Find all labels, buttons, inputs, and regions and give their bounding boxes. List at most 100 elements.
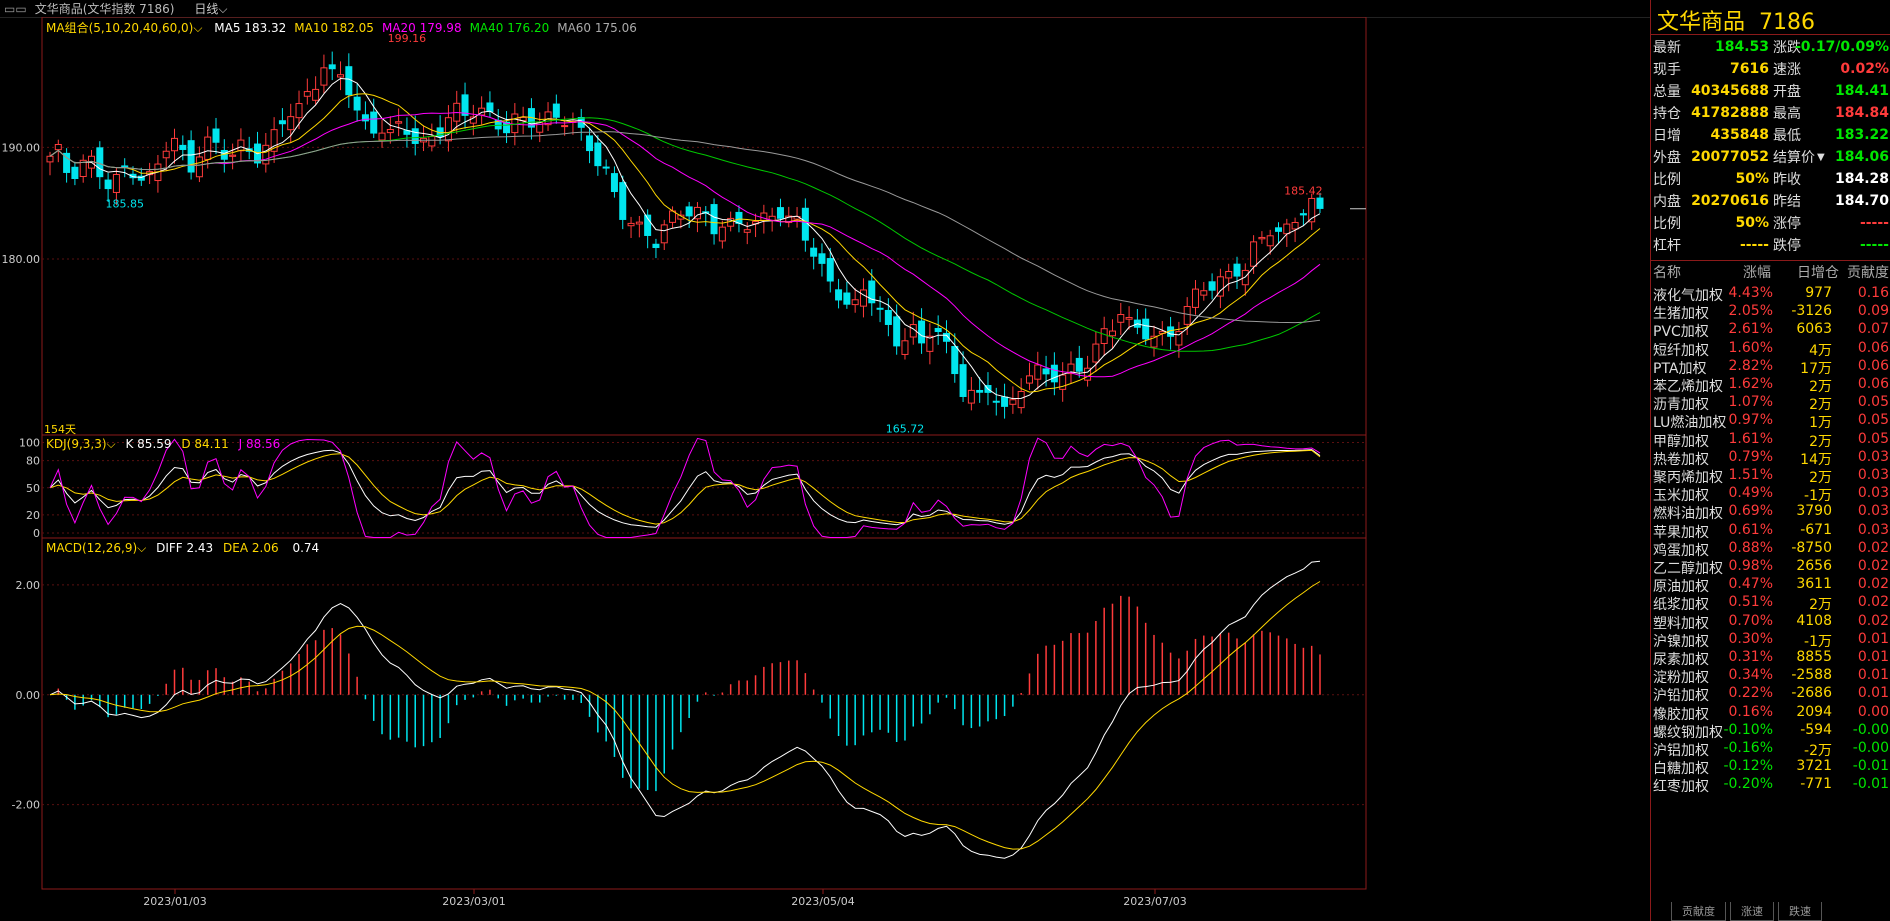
quote-label: 涨停 (1773, 216, 1801, 232)
item-contribution: -0.01 (1852, 758, 1889, 775)
item-oi-change: 14万 (1800, 451, 1832, 468)
candle-body (54, 143, 62, 151)
col-name[interactable]: 名称 (1653, 262, 1681, 282)
ma-legend: MA组合(5,10,20,40,60,0)⌵ MA5 183.32 MA10 18… (46, 19, 637, 36)
quote-label: 最高 (1773, 106, 1801, 122)
item-change: 2.05% (1728, 303, 1773, 320)
col-inc[interactable]: 日增仓 (1797, 262, 1839, 282)
item-change: 1.60% (1728, 339, 1773, 356)
candle-body (187, 140, 195, 173)
item-change: 0.70% (1728, 612, 1773, 629)
macd-title[interactable]: MACD(12,26,9) (46, 541, 137, 555)
item-oi-change: 4108 (1796, 612, 1832, 629)
candle-body (378, 132, 386, 141)
item-change: 0.30% (1728, 630, 1773, 647)
candle-body (685, 206, 693, 217)
candle-body (735, 211, 743, 224)
candle-body (104, 179, 112, 190)
item-oi-change: 6063 (1796, 321, 1832, 338)
macd-value: 0.74 (292, 541, 320, 555)
item-contribution: 0.02 (1857, 539, 1889, 556)
quote-value: 7616 (1730, 61, 1769, 77)
price-tick-label: 190.00 (2, 141, 41, 154)
item-change: 0.31% (1728, 649, 1773, 665)
macd-tick-label: -2.00 (12, 799, 40, 812)
instrument-title: 文华商品 7186 (1657, 4, 1829, 36)
candle-body (179, 144, 187, 150)
quote-row-right: 涨停 ----- (1773, 212, 1889, 234)
candle-body (652, 243, 660, 249)
item-change: 2.82% (1728, 357, 1773, 374)
candle-body (718, 226, 726, 242)
candle-body (386, 128, 394, 134)
tab-fall-speed[interactable]: 跌速 (1778, 902, 1822, 921)
quote-value: 0.02% (1840, 61, 1889, 77)
top-bar: ▭▭ 文华商品(文华指数 7186) 日线⌵ (0, 0, 1650, 18)
item-name: 苯乙烯加权 (1653, 379, 1723, 395)
tab-rise-speed[interactable]: 涨速 (1730, 902, 1774, 921)
candle-body (1075, 357, 1083, 372)
candle-body (112, 174, 120, 193)
candle-body (287, 116, 295, 131)
tab-contribution[interactable]: 贡献度 (1671, 902, 1726, 921)
item-name: 液化气加权 (1653, 288, 1723, 304)
candle-body (918, 320, 926, 344)
candle-body (610, 173, 618, 193)
item-contribution: 0.03 (1857, 521, 1889, 538)
item-change: 0.47% (1728, 576, 1773, 593)
item-oi-change: 2万 (1809, 397, 1832, 414)
candle-body (1100, 328, 1108, 344)
list-item[interactable]: 红枣加权 -0.20% -771 -0.01 (1651, 776, 1890, 798)
candle-body (959, 364, 967, 397)
quote-row-right: 昨结 184.70 (1773, 190, 1889, 212)
item-oi-change: 17万 (1800, 360, 1832, 377)
candle-body (1017, 390, 1025, 409)
candle-body (619, 182, 627, 220)
candle-body (1001, 396, 1009, 407)
quote-label: 开盘 (1773, 84, 1801, 100)
candle-body (851, 299, 859, 306)
quote-label: 总量 (1653, 84, 1681, 100)
window-icon[interactable]: ▭▭ (4, 2, 27, 16)
period-dropdown[interactable]: 日线⌵ (194, 0, 227, 17)
quote-value: 184.53 (1714, 39, 1769, 55)
quote-row-left: 日增 435848 (1653, 124, 1769, 146)
quote-label: 现手 (1653, 62, 1681, 78)
item-oi-change: -1万 (1804, 633, 1832, 650)
candle-body (1117, 314, 1125, 323)
quote-label: 日增 (1653, 128, 1681, 144)
ma-legend-item: MA10 182.05 (294, 21, 374, 35)
col-pct[interactable]: 涨幅 (1743, 262, 1771, 282)
candle-body (395, 121, 403, 124)
ma-legend-item: MA5 183.32 (214, 21, 287, 35)
item-name: 沥青加权 (1653, 397, 1709, 414)
col-contribution[interactable]: 贡献度 (1847, 262, 1889, 282)
chart-area[interactable]: 190.00180.00199.16165.72185.85185.421008… (0, 17, 1650, 921)
quote-row-left: 最新 184.53 (1653, 36, 1769, 58)
item-name: 塑料加权 (1653, 615, 1709, 632)
quote-value: ----- (1859, 215, 1889, 231)
quote-value: 184.70 (1834, 193, 1889, 209)
candle-body (1225, 271, 1233, 279)
ma-title[interactable]: MA组合(5,10,20,40,60,0) (46, 21, 193, 35)
candle-body (1183, 306, 1191, 325)
chevron-down-icon: ⌵ (218, 2, 228, 16)
candle-body (1233, 263, 1241, 277)
chevron-down-icon[interactable]: ▼ (1817, 152, 1825, 163)
item-oi-change: 3721 (1796, 758, 1832, 775)
candle-body (444, 117, 452, 142)
quote-row-right: 速涨 0.02% (1773, 58, 1889, 80)
candle-body (884, 309, 892, 325)
kdj-k-line (49, 449, 1321, 528)
candle-body (1316, 197, 1324, 209)
candle-body (967, 389, 975, 404)
item-oi-change: -8750 (1791, 539, 1832, 556)
candle-body (594, 142, 602, 167)
candle-body (627, 222, 635, 227)
period-label: 日线 (194, 2, 219, 16)
kdj-lines (49, 437, 1321, 538)
macd-diff: DIFF 2.43 (156, 541, 214, 555)
item-change: 0.51% (1728, 594, 1773, 611)
kdj-title[interactable]: KDJ(9,3,3) (46, 437, 107, 451)
candle-body (353, 96, 361, 111)
